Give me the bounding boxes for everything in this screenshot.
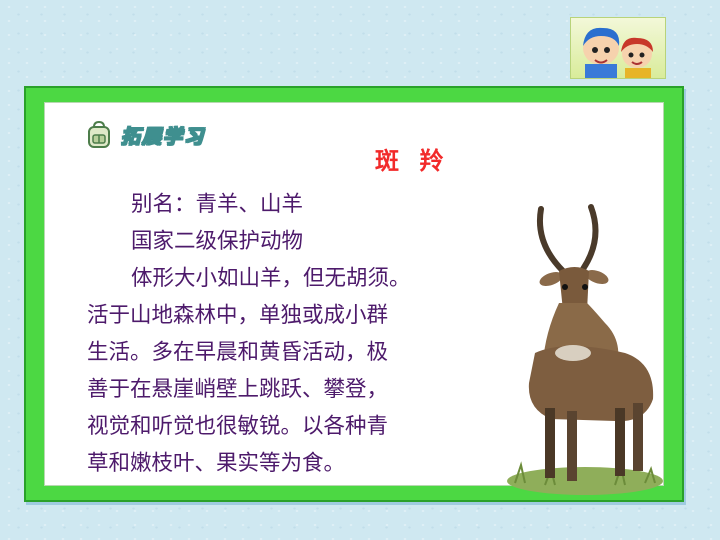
- section-label: 拓展学习: [120, 125, 206, 148]
- text-line: 国家二级保护动物: [131, 229, 304, 254]
- kids-icon: [583, 27, 653, 78]
- section-tag: 拓展学习: [85, 120, 205, 150]
- text-line: 体形大小如山羊，但无胡须。: [131, 266, 411, 291]
- content-panel: 拓展学习 斑 羚 别名：青羊、山羊 国家二级保护动物 体形大小如山羊，但无胡须。…: [44, 102, 664, 495]
- backpack-icon: [88, 121, 110, 148]
- antelope-illustration: [507, 204, 663, 495]
- text-line: 善于在悬崖峭壁上跳跃、攀登，: [87, 377, 389, 402]
- cartoon-kids-illustration: [570, 17, 666, 79]
- text-line: 别名：青羊、山羊: [131, 192, 304, 217]
- green-frame: 拓展学习 斑 羚 别名：青羊、山羊 国家二级保护动物 体形大小如山羊，但无胡须。…: [24, 86, 684, 502]
- description-text: 别名：青羊、山羊 国家二级保护动物 体形大小如山羊，但无胡须。 活于山地森林中，…: [87, 186, 487, 482]
- page-title: 斑 羚: [375, 147, 450, 175]
- text-line: 活于山地森林中，单独或成小群: [87, 303, 389, 328]
- text-line: 视觉和听觉也很敏锐。以各种青: [87, 414, 389, 439]
- text-line: 生活。多在早晨和黄昏活动，极: [87, 340, 389, 365]
- text-line: 草和嫩枝叶、果实等为食。: [87, 451, 346, 476]
